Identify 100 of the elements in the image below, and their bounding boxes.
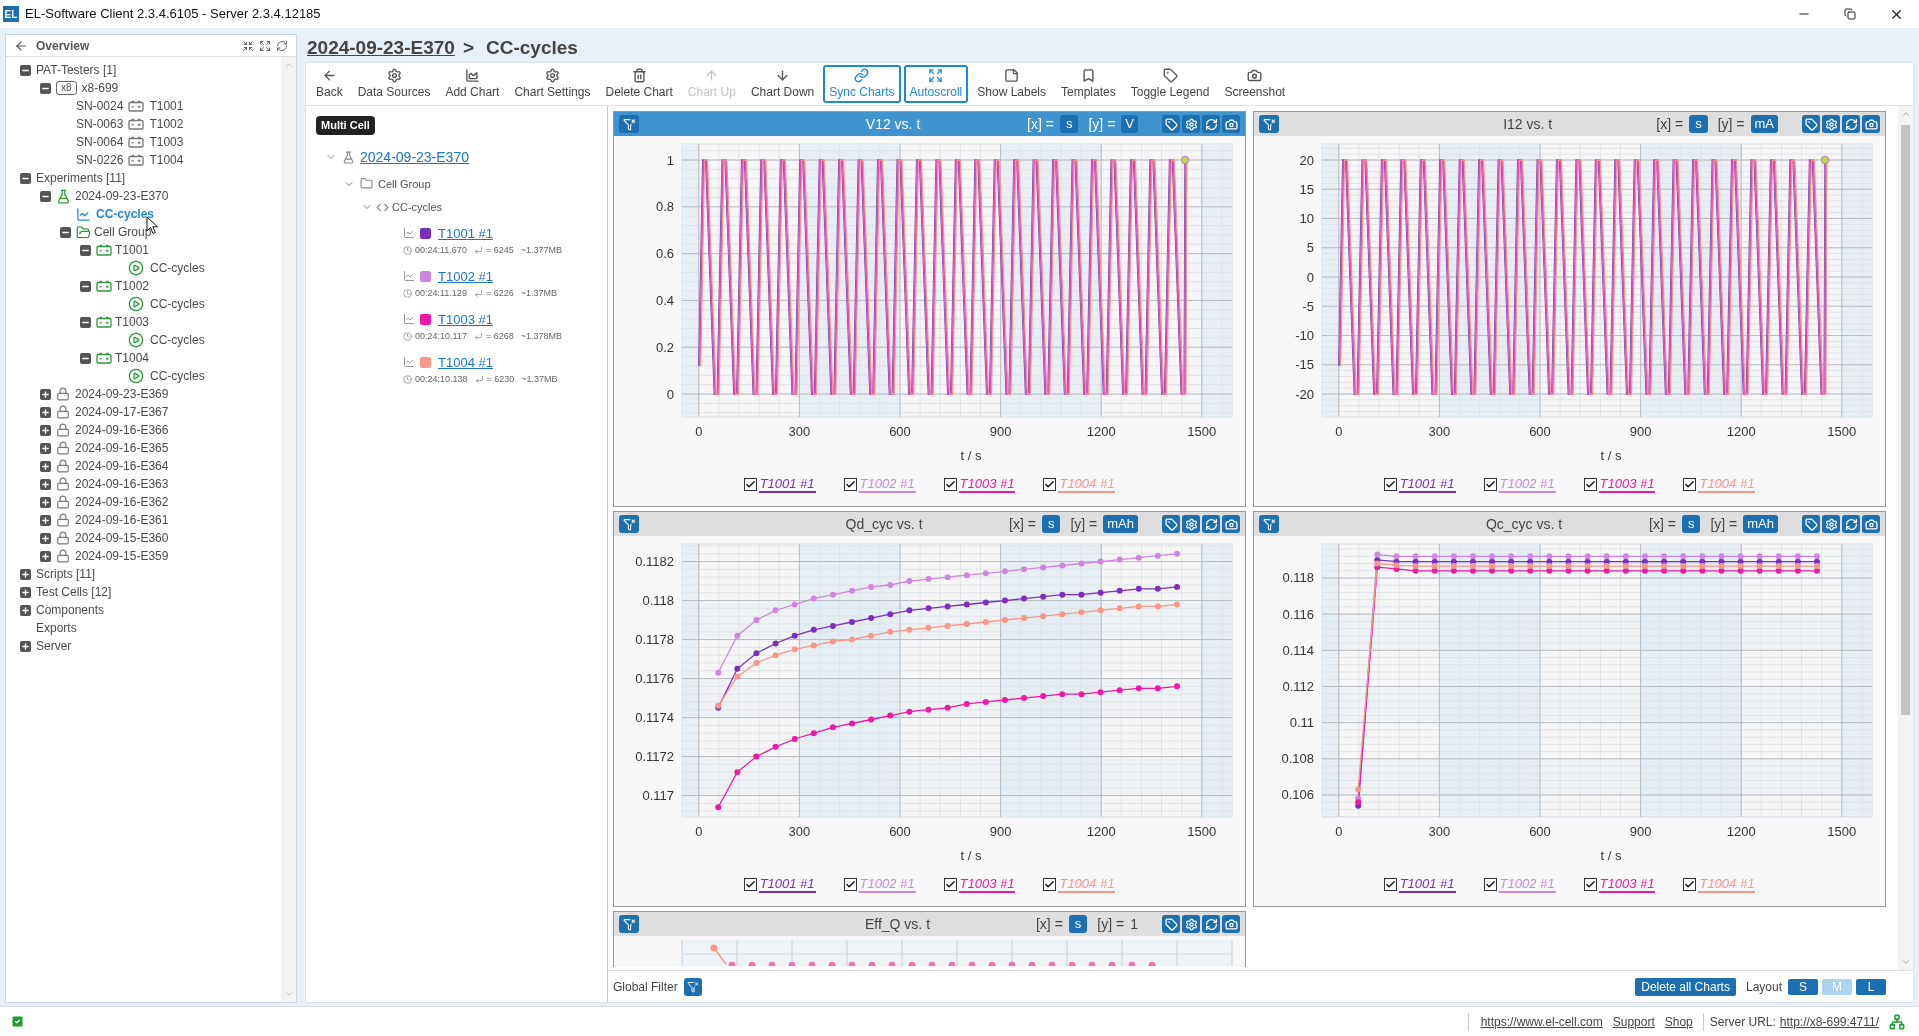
window-title: EL-Software Client 2.3.4.6105 - Server 2.3.4.12185 (25, 5, 321, 24)
legend-label: T1004 #1 (1698, 476, 1756, 491)
axis-tick-label: 1 (666, 152, 674, 168)
breadcrumb-separator: > (462, 35, 474, 60)
channel-count: = 6268 (485, 330, 514, 343)
channel-size: ~1.37MB (520, 287, 557, 300)
axis-tick-label: 0.1176 (635, 671, 674, 687)
breadcrumb-current: CC-cycles (486, 35, 578, 60)
cell-label: T1002 (149, 116, 184, 133)
axis-tick-label: -15 (1295, 357, 1314, 373)
axis-tick-label: 0 (1306, 269, 1314, 285)
axis-tick-label: 1500 (1827, 424, 1857, 439)
chart-title: Eff_Q vs. t (863, 914, 932, 934)
device-badge: x8 (56, 81, 77, 95)
channel-time: 00:24:11.129 (415, 287, 467, 300)
layout-label: Layout (1745, 978, 1782, 996)
chart-title: V12 vs. t (864, 114, 922, 134)
axis-tick-label: 900 (1629, 424, 1652, 439)
legend-label: T1001 #1 (1398, 476, 1456, 491)
legend-label: T1003 #1 (1598, 476, 1656, 491)
axis-label: t / s (960, 848, 982, 863)
axis-tick-label: 1200 (1086, 424, 1116, 439)
channel-count: = 6226 (485, 287, 514, 300)
channel-size: ~1.37MB (521, 373, 558, 386)
legend-label: T1001 #1 (758, 876, 816, 891)
axis-tick-label: -10 (1295, 328, 1314, 343)
axis-tick-label: -5 (1302, 298, 1314, 314)
axis-tick-label: 0.1182 (635, 554, 674, 570)
axis-unit-label: [y] = (1717, 114, 1745, 134)
chart-title: Qd_cyc vs. t (844, 514, 924, 534)
axis-unit-label: [y] = (1710, 514, 1738, 534)
legend-label: T1003 #1 (1598, 876, 1656, 891)
legend-label: T1002 #1 (1498, 476, 1556, 491)
axis-unit-label: [x] = (1649, 514, 1676, 534)
axis-tick-label: 0 (1335, 824, 1343, 839)
axis-unit-label: [y] = (1088, 114, 1116, 134)
legend-label: T1004 #1 (1058, 876, 1116, 891)
filter-label: Global Filter (613, 978, 678, 996)
axis-tick-label: 1500 (1827, 824, 1857, 839)
axis-tick-label: 600 (1529, 824, 1551, 839)
axis-tick-label: 5 (1306, 240, 1314, 256)
legend-label: T1003 #1 (958, 876, 1016, 891)
channel-time: 00:24:10.117 (415, 330, 467, 343)
axis-tick-label: 0.1174 (635, 710, 674, 726)
legend-label: T1002 #1 (1498, 876, 1556, 891)
axis-tick-label: 1500 (1187, 824, 1217, 839)
axis-tick-label: 600 (1529, 424, 1551, 439)
axis-tick-label: 1200 (1086, 824, 1116, 839)
axis-tick-label: 0.108 (1281, 751, 1314, 767)
axis-tick-label: 0.118 (642, 593, 674, 609)
axis-tick-label: 0.1178 (635, 632, 674, 648)
axis-tick-label: 0.116 (1282, 606, 1314, 622)
axis-tick-label: 0 (695, 424, 703, 439)
axis-tick-label: 0.117 (642, 788, 674, 804)
channel-count: = 6245 (485, 244, 514, 257)
channel-time: 00:24:11.670 (415, 244, 467, 257)
server-label: Server URL: (1702, 1012, 1776, 1031)
axis-tick-label: 0.112 (1282, 678, 1314, 694)
chart-title: I12 vs. t (1502, 114, 1554, 134)
axis-unit-label: [y] = (1070, 514, 1098, 534)
axis-tick-label: 0.4 (655, 292, 674, 308)
legend-label: T1004 #1 (1058, 476, 1116, 491)
axis-tick-label: 300 (1428, 424, 1451, 439)
axis-unit-label: [x] = (1027, 114, 1054, 134)
channel-time: 00:24:10.138 (415, 373, 468, 386)
axis-tick-label: 20 (1299, 152, 1314, 168)
panel-title: Overview (36, 37, 90, 55)
cell-label: T1004 (149, 152, 184, 169)
cell-label: T1001 (149, 98, 184, 115)
axis-tick-label: 600 (889, 424, 911, 439)
legend-label: T1002 #1 (858, 876, 916, 891)
axis-label: t / s (1600, 448, 1622, 463)
axis-tick-label: 10 (1299, 211, 1314, 226)
axis-tick-label: 0 (666, 386, 674, 402)
mode-badge: Multi Cell (316, 116, 375, 135)
channel-size: ~1.377MB (520, 244, 562, 257)
axis-unit-label: [y] = (1097, 914, 1125, 934)
cell-label: T1003 (149, 134, 184, 151)
axis-tick-label: 1500 (1187, 424, 1217, 439)
legend-label: T1003 #1 (958, 476, 1016, 491)
axis-tick-label: 900 (989, 824, 1012, 839)
axis-tick-label: 900 (1629, 824, 1652, 839)
axis-tick-label: 0.8 (655, 199, 674, 215)
legend-label: T1002 #1 (858, 476, 916, 491)
axis-label: t / s (960, 448, 982, 463)
unit-value: 1 (1130, 914, 1138, 934)
axis-tick-label: 0.11 (1289, 715, 1314, 731)
axis-tick-label: 0 (695, 824, 703, 839)
axis-unit-label: [x] = (1009, 514, 1036, 534)
axis-tick-label: 300 (788, 824, 811, 839)
axis-tick-label: -20 (1295, 386, 1314, 402)
channel-size: ~1.378MB (520, 330, 562, 343)
axis-tick-label: 0.106 (1281, 787, 1314, 803)
axis-unit-label: [x] = (1656, 114, 1684, 134)
channel-count: = 6230 (486, 373, 515, 386)
app-logo: EL (3, 6, 19, 22)
axis-tick-label: 300 (1428, 824, 1451, 839)
chart-title: Qc_cyc vs. t (1484, 514, 1564, 534)
axis-tick-label: 1200 (1726, 824, 1756, 839)
axis-tick-label: 0.2 (655, 339, 674, 355)
